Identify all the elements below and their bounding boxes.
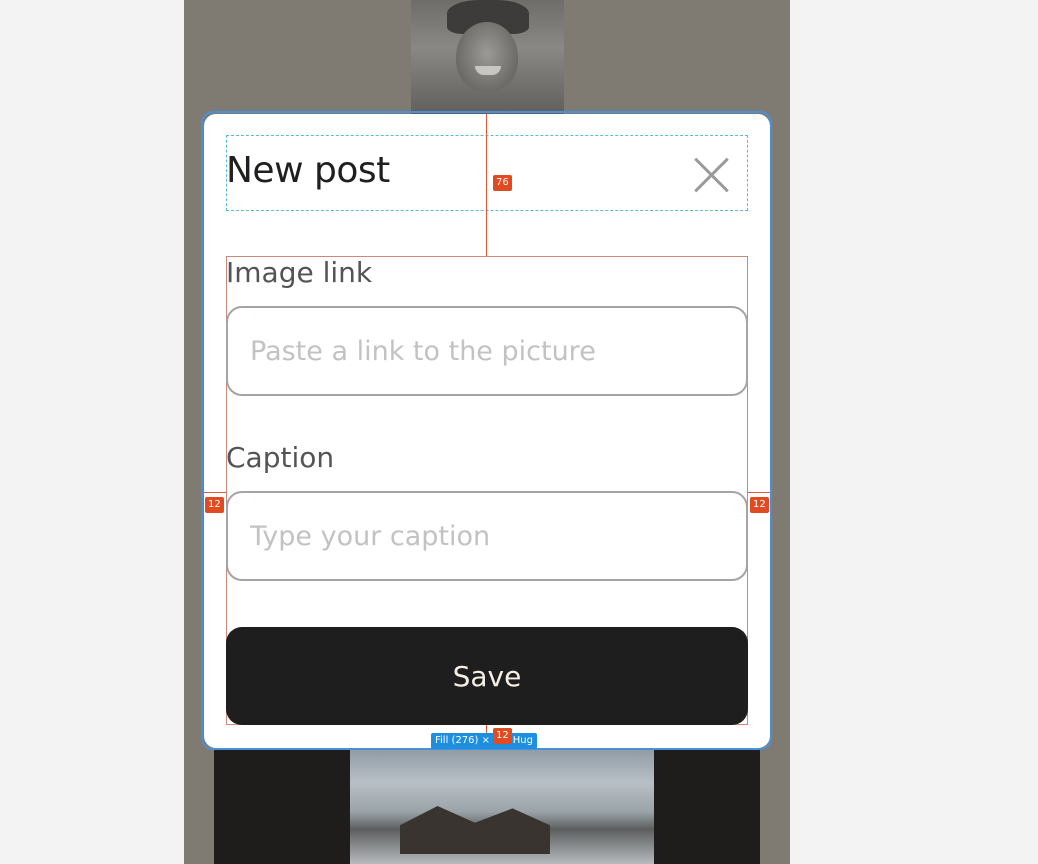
image-link-label: Image link bbox=[226, 256, 373, 289]
spacing-guide-header bbox=[486, 114, 487, 256]
spacing-tag-left: 12 bbox=[205, 497, 224, 513]
caption-label: Caption bbox=[226, 441, 335, 474]
spacing-tag-right: 12 bbox=[750, 497, 769, 513]
size-readout-badge: Fill (276) × 2… Hug bbox=[431, 733, 537, 749]
spacing-tag-header: 76 bbox=[493, 175, 512, 191]
modal-title: New post bbox=[226, 150, 390, 191]
close-icon[interactable] bbox=[688, 150, 736, 198]
image-link-input[interactable] bbox=[228, 308, 746, 394]
post-image-mountain-chalet bbox=[214, 748, 760, 864]
caption-input[interactable] bbox=[228, 493, 746, 579]
image-link-field[interactable] bbox=[226, 306, 748, 396]
spacing-guide-right bbox=[748, 492, 770, 493]
post-image-portrait bbox=[411, 0, 564, 120]
caption-field[interactable] bbox=[226, 491, 748, 581]
save-button[interactable]: Save bbox=[226, 627, 748, 725]
spacing-tag-bottom: 12 bbox=[493, 728, 512, 744]
spacing-guide-left bbox=[204, 492, 226, 493]
